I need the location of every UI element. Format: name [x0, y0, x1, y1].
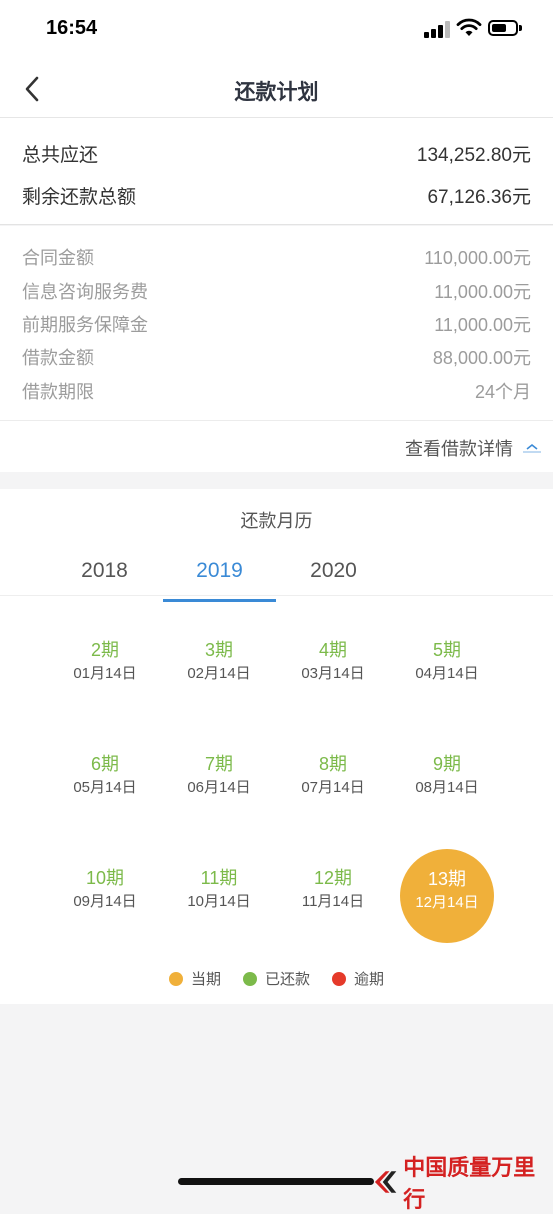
period-number: 13期 [427, 869, 467, 889]
view-loan-details-bar: 查看借款详情 [0, 420, 553, 472]
tab-divider [0, 595, 553, 596]
calendar-period-cell-current[interactable]: 13期 12月14日 [400, 849, 494, 943]
period-date: 09月14日 [73, 893, 137, 910]
period-number: 6期 [90, 754, 119, 774]
view-loan-details-button[interactable]: 查看借款详情 [405, 435, 541, 461]
view-loan-details-label: 查看借款详情 [405, 439, 513, 460]
period-date: 04月14日 [415, 665, 479, 682]
period-date: 08月14日 [415, 779, 479, 796]
detail-row: 借款金额 88,000.00元 [22, 344, 531, 370]
calendar-period-cell[interactable]: 11期 10月14日 [169, 865, 269, 929]
period-date: 11月14日 [301, 893, 365, 910]
home-indicator[interactable] [178, 1178, 374, 1185]
period-number: 4期 [318, 640, 347, 660]
page-title: 还款计划 [234, 80, 319, 104]
calendar-period-cell[interactable]: 10期 09月14日 [55, 865, 155, 929]
calendar-period-cell[interactable]: 3期 02月14日 [169, 637, 269, 701]
status-bar: 16:54 [0, 0, 553, 60]
period-date: 02月14日 [187, 665, 251, 682]
period-number: 2期 [90, 640, 119, 660]
detail-value: 11,000.00元 [434, 282, 531, 302]
period-number: 3期 [204, 640, 233, 660]
detail-label: 合同金额 [22, 248, 94, 269]
period-number: 12期 [313, 868, 353, 888]
period-number: 5期 [432, 640, 461, 660]
tab-year-2019[interactable]: 2019 [163, 559, 276, 602]
legend-item-overdue: 逾期 [332, 968, 384, 989]
calendar-period-cell[interactable]: 9期 08月14日 [397, 751, 497, 815]
period-date: 03月14日 [301, 665, 365, 682]
paid-dot-icon [242, 971, 257, 986]
calendar-period-cell[interactable]: 7期 06月14日 [169, 751, 269, 815]
nav-bar: 还款计划 [0, 60, 553, 118]
repayment-calendar: 还款月历 2018 2019 2020 2期 01月14日 3期 02月14日 … [0, 489, 553, 1004]
remaining-label: 剩余还款总额 [22, 186, 137, 208]
summary-section: 总共应还 134,252.80元 剩余还款总额 67,126.36元 [0, 118, 553, 225]
tab-year-2018[interactable]: 2018 [48, 559, 161, 595]
wifi-icon [456, 18, 482, 36]
legend-item-paid: 已还款 [242, 968, 310, 989]
detail-label: 信息咨询服务费 [22, 282, 148, 303]
period-date: 01月14日 [73, 665, 137, 682]
period-number: 11期 [200, 868, 238, 888]
period-number: 7期 [204, 754, 233, 774]
period-date: 06月14日 [187, 779, 251, 796]
detail-label: 前期服务保障金 [22, 315, 148, 336]
cellular-signal-icon [424, 20, 450, 38]
detail-value: 110,000.00元 [424, 248, 531, 268]
legend-item-current: 当期 [168, 968, 221, 989]
overdue-dot-icon [332, 971, 346, 986]
period-date: 05月14日 [73, 779, 137, 796]
watermark: 中国质量万里行 [372, 1150, 553, 1214]
calendar-period-cell[interactable]: 4期 03月14日 [283, 637, 383, 701]
detail-label: 借款金额 [22, 348, 94, 369]
period-date: 07月14日 [301, 779, 365, 796]
calendar-legend: 当期 已还款 逾期 [0, 968, 553, 989]
calendar-period-cell[interactable]: 6期 05月14日 [55, 751, 155, 815]
detail-value: 88,000.00元 [432, 348, 531, 368]
total-due-value: 134,252.80元 [416, 145, 531, 166]
watermark-logo-icon [374, 1171, 397, 1193]
detail-label: 借款期限 [22, 382, 94, 403]
battery-icon [488, 20, 522, 36]
status-time: 16:54 [46, 17, 98, 39]
detail-row: 借款期限 24个月 [22, 378, 531, 404]
detail-value: 11,000.00元 [434, 315, 531, 335]
period-date: 12月14日 [415, 894, 479, 911]
calendar-period-cell[interactable]: 12期 11月14日 [283, 865, 383, 929]
legend-label: 已还款 [264, 970, 310, 988]
calendar-title: 还款月历 [240, 511, 313, 532]
total-due-label: 总共应还 [22, 144, 99, 166]
total-due-row: 总共应还 134,252.80元 [22, 140, 531, 167]
detail-row: 合同金额 110,000.00元 [22, 244, 531, 270]
chevron-up-icon [523, 443, 541, 453]
calendar-period-cell[interactable]: 5期 04月14日 [397, 637, 497, 701]
current-dot-icon [168, 971, 183, 986]
detail-row: 信息咨询服务费 11,000.00元 [22, 278, 531, 304]
remaining-row: 剩余还款总额 67,126.36元 [22, 182, 531, 209]
period-number: 10期 [85, 868, 125, 888]
tab-year-2020[interactable]: 2020 [277, 559, 390, 595]
period-date: 10月14日 [187, 893, 251, 910]
period-number: 8期 [318, 754, 347, 774]
period-number: 9期 [432, 754, 461, 774]
legend-label: 逾期 [354, 970, 385, 988]
calendar-period-cell[interactable]: 2期 01月14日 [55, 637, 155, 701]
calendar-period-cell[interactable]: 8期 07月14日 [283, 751, 383, 815]
detail-value: 24个月 [474, 382, 531, 402]
watermark-text: 中国质量万里行 [403, 1155, 536, 1213]
detail-row: 前期服务保障金 11,000.00元 [22, 311, 531, 337]
remaining-value: 67,126.36元 [427, 187, 531, 208]
legend-label: 当期 [190, 970, 221, 988]
loan-details-section: 合同金额 110,000.00元 信息咨询服务费 11,000.00元 前期服务… [0, 226, 553, 420]
